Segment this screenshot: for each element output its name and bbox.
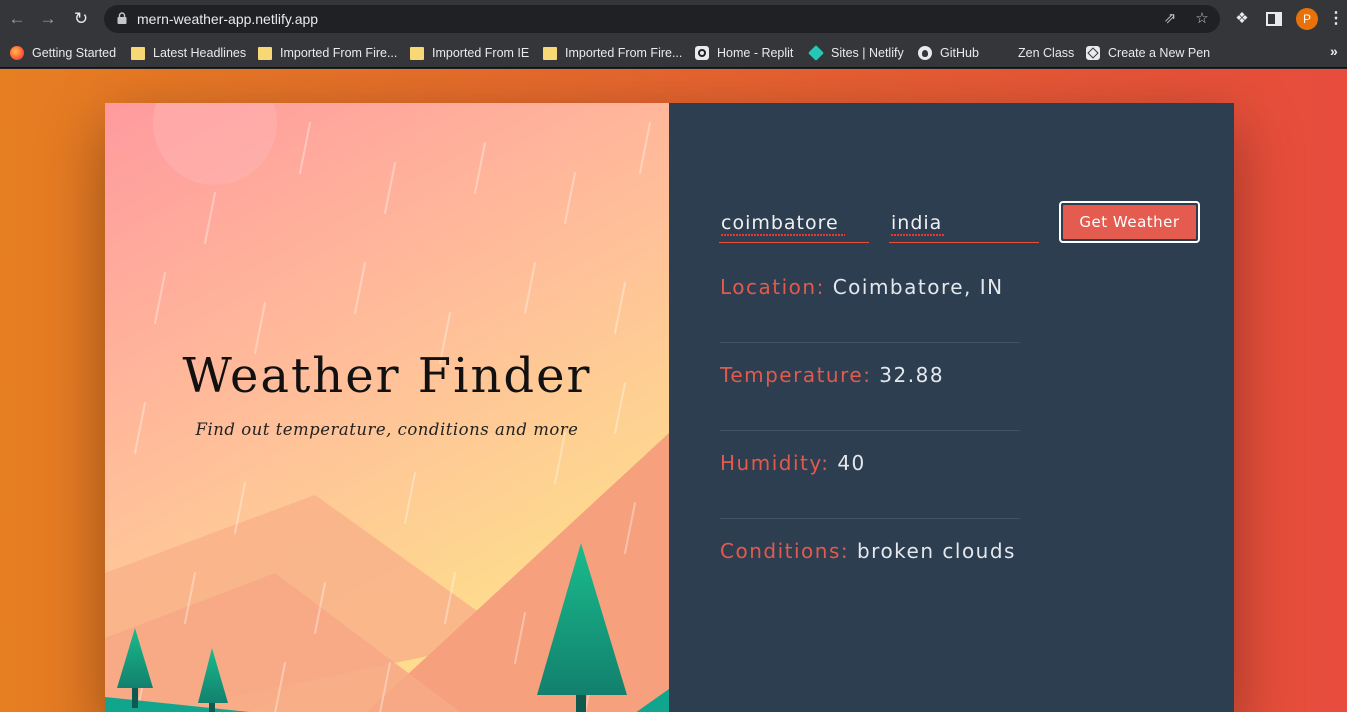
folder-icon <box>258 46 272 60</box>
lock-icon[interactable] <box>117 12 127 24</box>
bookmark-imported-firefox-1[interactable]: Imported From Fire... <box>258 43 397 63</box>
zen-icon <box>996 46 1010 60</box>
temperature-label: Temperature: <box>720 363 872 387</box>
puzzle-icon[interactable]: ❖ <box>1232 9 1252 29</box>
temperature-value: 32.88 <box>879 363 945 387</box>
bookmark-label: Getting Started <box>32 46 117 60</box>
app-subtitle: Find out temperature, conditions and mor… <box>195 420 579 439</box>
github-icon <box>918 46 932 60</box>
browser-toolbar: ← → ↻ mern-weather-app.netlify.app ⇗ ☆ ❖… <box>0 0 1347 38</box>
bookmark-latest-headlines[interactable]: Latest Headlines <box>131 43 246 63</box>
rainy-mountain-illustration <box>105 103 669 712</box>
temperature-row: Temperature: 32.88 <box>720 363 1020 431</box>
get-weather-button-label: Get Weather <box>1063 205 1196 239</box>
bookmark-imported-firefox-2[interactable]: Imported From Fire... <box>543 43 682 63</box>
bookmark-label: Imported From Fire... <box>565 46 683 60</box>
bookmark-label: GitHub <box>940 46 979 60</box>
app-title: Weather Finder <box>182 348 592 404</box>
bookmark-label: Home - Replit <box>717 46 794 60</box>
weather-panel: Get Weather Location: Coimbatore, IN Tem… <box>669 103 1234 712</box>
humidity-row: Humidity: 40 <box>720 451 1020 519</box>
location-label: Location: <box>720 275 825 299</box>
bookmark-home-replit[interactable]: Home - Replit <box>695 43 793 63</box>
kebab-menu-icon[interactable]: ⋮ <box>1328 9 1344 29</box>
bookmark-github[interactable]: GitHub <box>918 43 979 63</box>
side-panel-icon[interactable] <box>1264 9 1284 29</box>
address-bar[interactable]: mern-weather-app.netlify.app ⇗ ☆ <box>104 5 1220 33</box>
spellcheck-underline <box>721 234 845 236</box>
folder-icon <box>131 46 145 60</box>
location-value: Coimbatore, IN <box>832 275 1004 299</box>
humidity-label: Humidity: <box>720 451 830 475</box>
bookmark-create-new-pen[interactable]: Create a New Pen <box>1086 43 1210 63</box>
bookmark-sites-netlify[interactable]: Sites | Netlify <box>808 43 904 63</box>
title-panel: Weather Finder Find out temperature, con… <box>105 103 669 712</box>
bookmarks-bar: Getting Started Latest Headlines Importe… <box>0 38 1347 68</box>
star-icon[interactable]: ☆ <box>1193 10 1211 28</box>
country-field <box>889 205 1039 243</box>
bookmark-zen-class[interactable]: Zen Class <box>996 43 1074 63</box>
conditions-label: Conditions: <box>720 539 850 563</box>
folder-icon <box>410 46 424 60</box>
bookmark-label: Sites | Netlify <box>831 46 904 60</box>
bookmark-getting-started[interactable]: Getting Started <box>10 43 116 63</box>
get-weather-button[interactable]: Get Weather <box>1059 201 1200 243</box>
bookmark-label: Latest Headlines <box>153 46 247 60</box>
back-arrow-icon[interactable]: ← <box>5 7 29 31</box>
forward-arrow-icon[interactable]: → <box>36 7 60 31</box>
reload-icon[interactable]: ↻ <box>69 7 93 31</box>
weather-card: Weather Finder Find out temperature, con… <box>105 103 1234 712</box>
share-icon[interactable]: ⇗ <box>1161 10 1179 28</box>
bookmark-imported-ie[interactable]: Imported From IE <box>410 43 529 63</box>
conditions-value: broken clouds <box>856 539 1016 563</box>
firefox-icon <box>10 46 24 60</box>
bookmark-label: Imported From IE <box>432 46 530 60</box>
location-row: Location: Coimbatore, IN <box>720 275 1020 343</box>
bookmark-label: Create a New Pen <box>1108 46 1211 60</box>
bookmark-label: Imported From Fire... <box>280 46 398 60</box>
profile-avatar[interactable]: P <box>1296 8 1318 30</box>
spellcheck-underline <box>891 234 945 236</box>
humidity-value: 40 <box>837 451 866 475</box>
replit-icon <box>695 46 709 60</box>
page-background: Weather Finder Find out temperature, con… <box>0 69 1347 712</box>
netlify-icon <box>808 45 824 61</box>
conditions-row: Conditions: broken clouds <box>720 539 1140 607</box>
bookmark-label: Zen Class <box>1018 46 1075 60</box>
more-bookmarks-chevron-icon[interactable]: » <box>1330 43 1338 59</box>
city-field <box>719 205 869 243</box>
folder-icon <box>543 46 557 60</box>
codepen-icon <box>1086 46 1100 60</box>
url-text[interactable]: mern-weather-app.netlify.app <box>137 11 318 27</box>
